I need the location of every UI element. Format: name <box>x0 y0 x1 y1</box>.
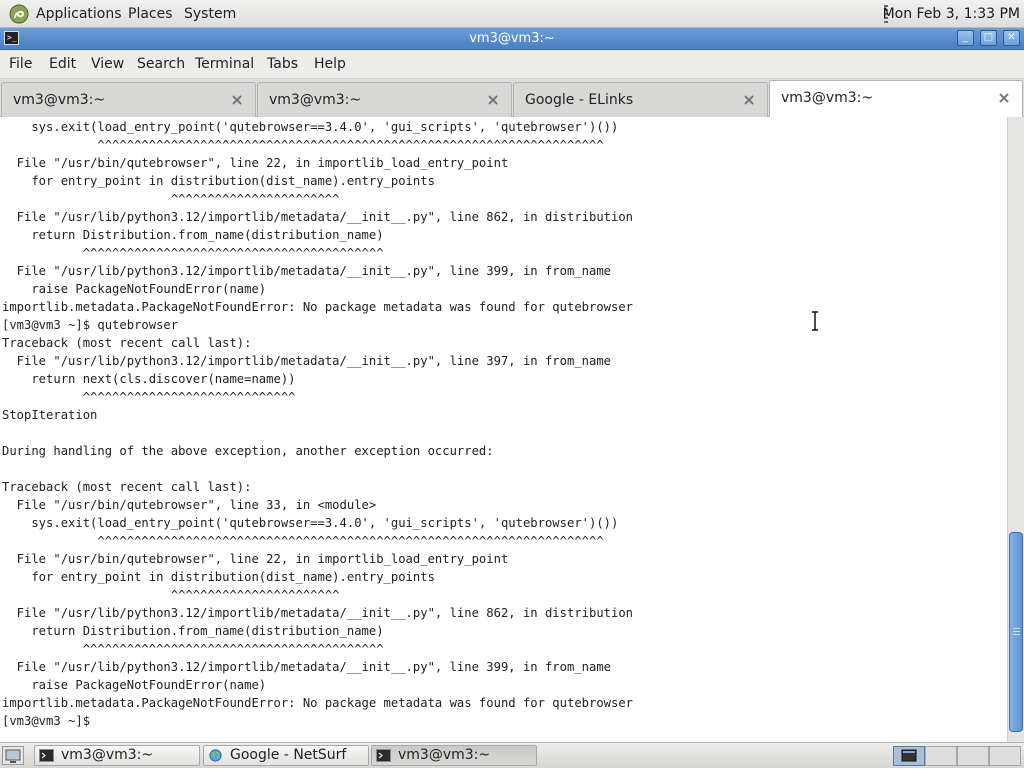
menu-file[interactable]: File <box>9 50 32 79</box>
terminal-line: File "/usr/bin/qutebrowser", line 22, in… <box>2 552 509 566</box>
terminal-line: File "/usr/lib/python3.12/importlib/meta… <box>2 210 634 224</box>
terminal-line: return Distribution.from_name(distributi… <box>2 228 384 242</box>
minimize-button[interactable]: _ <box>957 30 974 46</box>
terminal-line: ^^^^^^^^^^^^^^^^^^^^^^^^^^^^^^^^^^^^^^^^… <box>2 534 604 548</box>
terminal-line: ^^^^^^^^^^^^^^^^^^^^^^^ <box>2 588 340 602</box>
close-window-button[interactable]: ✕ <box>1003 30 1020 46</box>
system-menu[interactable]: System <box>184 0 236 28</box>
tab-2[interactable]: vm3@vm3:~ <box>257 82 512 117</box>
top-panel: Applications Places System Mon Feb 3, 1:… <box>0 0 1024 28</box>
terminal-line: File "/usr/lib/python3.12/importlib/meta… <box>2 264 612 278</box>
tab-bar: vm3@vm3:~ vm3@vm3:~ Google - ELinks vm3@… <box>0 79 1024 117</box>
tab-3[interactable]: Google - ELinks <box>513 82 768 117</box>
menu-terminal[interactable]: Terminal <box>195 50 254 79</box>
terminal-line: File "/usr/bin/qutebrowser", line 22, in… <box>2 156 509 170</box>
tab-close-icon[interactable] <box>998 92 1010 104</box>
task-label: vm3@vm3:~ <box>61 747 154 763</box>
terminal-line: ^^^^^^^^^^^^^^^^^^^^^^^^^^^^^^^^^^^^^^^^… <box>2 246 384 260</box>
terminal-line: ^^^^^^^^^^^^^^^^^^^^^^^^^^^^^ <box>2 390 296 404</box>
terminal-line: return Distribution.from_name(distributi… <box>2 624 384 638</box>
terminal-line: Traceback (most recent call last): <box>2 480 252 494</box>
workspace-window-icon <box>901 749 917 762</box>
terminal-line: importlib.metadata.PackageNotFoundError:… <box>2 696 634 710</box>
tab-label: vm3@vm3:~ <box>781 90 874 106</box>
taskbar-task-terminal-1[interactable]: vm3@vm3:~ <box>34 745 200 766</box>
terminal-line: return next(cls.discover(name=name)) <box>2 372 296 386</box>
taskbar-task-netsurf[interactable]: Google - NetSurf <box>203 745 369 766</box>
terminal-line: File "/usr/lib/python3.12/importlib/meta… <box>2 354 612 368</box>
terminal-line: importlib.metadata.PackageNotFoundError:… <box>2 300 634 314</box>
tab-1[interactable]: vm3@vm3:~ <box>1 82 256 117</box>
tab-label: Google - ELinks <box>525 92 634 108</box>
places-menu[interactable]: Places <box>128 0 173 28</box>
text-cursor-icon <box>812 311 818 331</box>
workspace-1[interactable] <box>893 746 925 766</box>
menu-help[interactable]: Help <box>314 50 346 79</box>
desktop-icon <box>5 749 21 763</box>
terminal-line: for entry_point in distribution(dist_nam… <box>2 174 435 188</box>
maximize-button[interactable]: □ <box>980 30 997 46</box>
terminal-icon <box>39 749 54 762</box>
terminal-line: ^^^^^^^^^^^^^^^^^^^^^^^ <box>2 192 340 206</box>
tab-label: vm3@vm3:~ <box>269 92 362 108</box>
taskbar-task-terminal-2[interactable]: vm3@vm3:~ <box>371 745 537 766</box>
menubar: File Edit View Search Terminal Tabs Help <box>0 50 1024 79</box>
window-titlebar[interactable]: >_ vm3@vm3:~ _ □ ✕ <box>0 28 1024 50</box>
terminal-line: File "/usr/lib/python3.12/importlib/meta… <box>2 606 634 620</box>
terminal-line: Traceback (most recent call last): <box>2 336 252 350</box>
terminal-line: ^^^^^^^^^^^^^^^^^^^^^^^^^^^^^^^^^^^^^^^^… <box>2 642 384 656</box>
menu-tabs[interactable]: Tabs <box>267 50 298 79</box>
workspace-3[interactable] <box>957 746 989 766</box>
menu-search[interactable]: Search <box>137 50 185 79</box>
workspace-4[interactable] <box>989 746 1021 766</box>
scroll-grip-icon <box>1013 628 1020 635</box>
terminal-line: ^^^^^^^^^^^^^^^^^^^^^^^^^^^^^^^^^^^^^^^^… <box>2 138 604 152</box>
applications-menu[interactable]: Applications <box>36 0 122 28</box>
scrollbar-thumb[interactable] <box>1009 532 1023 732</box>
task-label: Google - NetSurf <box>230 747 347 763</box>
terminal-scrollbar[interactable] <box>1007 117 1024 742</box>
terminal-line: File "/usr/bin/qutebrowser", line 33, in… <box>2 498 377 512</box>
terminal-output[interactable]: sys.exit(load_entry_point('qutebrowser==… <box>0 117 1007 742</box>
terminal-text: sys.exit(load_entry_point('qutebrowser==… <box>2 118 633 730</box>
terminal-line: During handling of the above exception, … <box>2 444 494 458</box>
terminal-line: [vm3@vm3 ~]$ <box>2 714 98 728</box>
terminal-line: StopIteration <box>2 408 98 422</box>
tab-label: vm3@vm3:~ <box>13 92 106 108</box>
terminal-line: sys.exit(load_entry_point('qutebrowser==… <box>2 516 619 530</box>
panel-clock[interactable]: Mon Feb 3, 1:33 PM <box>883 0 1020 28</box>
terminal-line: [vm3@vm3 ~]$ qutebrowser <box>2 318 179 332</box>
globe-icon <box>209 749 222 762</box>
menu-edit[interactable]: Edit <box>49 50 76 79</box>
tab-4-active[interactable]: vm3@vm3:~ <box>769 80 1023 117</box>
task-label: vm3@vm3:~ <box>398 747 491 763</box>
terminal-line: raise PackageNotFoundError(name) <box>2 678 267 692</box>
tab-close-icon[interactable] <box>487 94 499 106</box>
window-title: vm3@vm3:~ <box>469 31 555 46</box>
gnome-foot-icon[interactable] <box>9 4 29 24</box>
terminal-line: sys.exit(load_entry_point('qutebrowser==… <box>2 120 619 134</box>
terminal-line: for entry_point in distribution(dist_nam… <box>2 570 435 584</box>
workspace-2[interactable] <box>925 746 957 766</box>
terminal-icon <box>376 749 391 762</box>
terminal-line: File "/usr/lib/python3.12/importlib/meta… <box>2 660 612 674</box>
tab-close-icon[interactable] <box>231 94 243 106</box>
terminal-line: raise PackageNotFoundError(name) <box>2 282 267 296</box>
bottom-panel: vm3@vm3:~ Google - NetSurf vm3@vm3:~ <box>0 742 1024 768</box>
show-desktop-button[interactable] <box>2 746 24 765</box>
menu-view[interactable]: View <box>91 50 124 79</box>
tab-close-icon[interactable] <box>743 94 755 106</box>
